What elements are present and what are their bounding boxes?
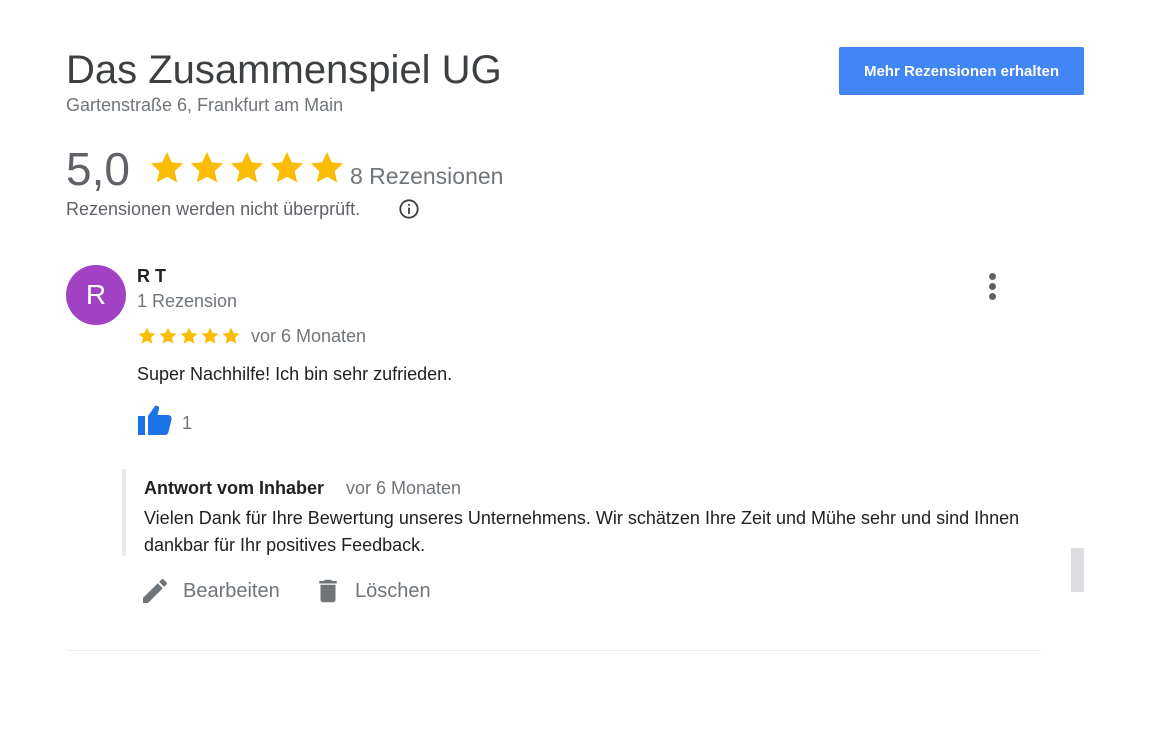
pencil-icon bbox=[143, 578, 168, 603]
review-page: Das Zusammenspiel UG Gartenstraße 6, Fra… bbox=[0, 0, 1152, 731]
star-icon bbox=[138, 327, 156, 344]
review-text: Super Nachhilfe! Ich bin sehr zufrieden. bbox=[137, 364, 453, 384]
owner-reply-text: Vielen Dank für Ihre Bewertung unseres U… bbox=[144, 508, 1020, 555]
unverified-note: Rezensionen werden nicht überprüft. bbox=[66, 199, 361, 219]
owner-reply-time: vor 6 Monaten bbox=[346, 478, 462, 498]
divider bbox=[66, 650, 1041, 651]
review-time: vor 6 Monaten bbox=[251, 326, 367, 346]
star-icon bbox=[180, 327, 198, 344]
star-icon bbox=[150, 151, 184, 183]
delete-label: Löschen bbox=[355, 579, 431, 602]
average-rating-stars bbox=[148, 149, 346, 187]
avatar[interactable]: R bbox=[66, 265, 126, 325]
thumbs-up-icon[interactable] bbox=[137, 404, 173, 436]
star-icon bbox=[159, 327, 177, 344]
star-icon bbox=[270, 151, 304, 183]
get-more-reviews-button[interactable]: Mehr Rezensionen erhalten bbox=[839, 47, 1084, 95]
review-rating-stars bbox=[137, 326, 241, 346]
delete-reply-button[interactable]: Löschen bbox=[313, 575, 431, 607]
more-vertical-icon[interactable] bbox=[980, 272, 1006, 302]
star-icon bbox=[201, 327, 219, 344]
like-count: 1 bbox=[182, 413, 193, 433]
scrollbar-thumb[interactable] bbox=[1071, 548, 1084, 592]
owner-reply-author: Antwort vom Inhaber bbox=[144, 478, 325, 498]
reviewer-name[interactable]: R T bbox=[137, 266, 166, 287]
average-rating: 5,0 bbox=[66, 143, 130, 195]
review-count[interactable]: 8 Rezensionen bbox=[350, 163, 503, 190]
info-circle-icon[interactable] bbox=[398, 198, 420, 220]
business-name: Das Zusammenspiel UG bbox=[66, 48, 502, 92]
reviewer-review-count: 1 Rezension bbox=[137, 291, 238, 311]
owner-reply-bar bbox=[122, 469, 126, 556]
business-address: Gartenstraße 6, Frankfurt am Main bbox=[66, 95, 344, 115]
edit-reply-button[interactable]: Bearbeiten bbox=[139, 575, 280, 607]
trash-icon bbox=[319, 579, 337, 603]
star-icon bbox=[190, 151, 224, 183]
edit-label: Bearbeiten bbox=[183, 579, 280, 602]
star-icon bbox=[230, 151, 264, 183]
star-icon bbox=[310, 151, 344, 183]
star-icon bbox=[222, 327, 240, 344]
